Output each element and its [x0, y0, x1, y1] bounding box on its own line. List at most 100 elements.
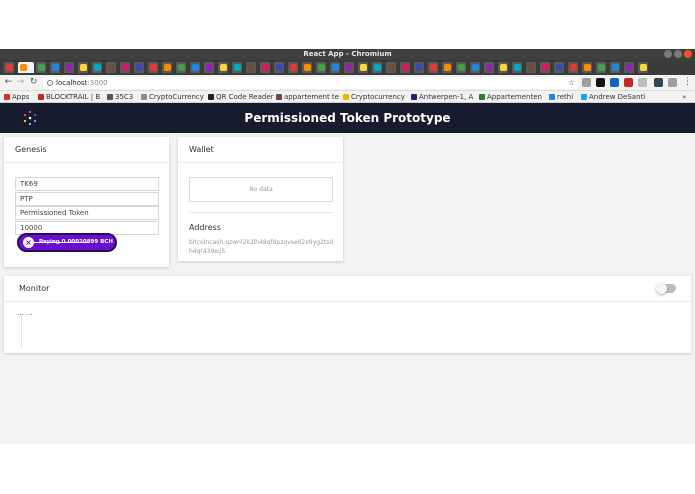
browser-tab[interactable]	[288, 62, 298, 73]
browser-tab[interactable]	[162, 62, 172, 73]
browser-tab[interactable]	[358, 62, 368, 73]
tab-favicon-icon	[444, 64, 451, 71]
browser-tab[interactable]	[540, 62, 550, 73]
browser-tab[interactable]	[78, 62, 88, 73]
token-name-field[interactable]: Permissioned Token	[15, 206, 159, 220]
browser-tab[interactable]	[330, 62, 340, 73]
reload-icon[interactable]: ↻	[28, 77, 39, 88]
browser-tab[interactable]	[120, 62, 130, 73]
browser-tab[interactable]	[134, 62, 144, 73]
browser-tab[interactable]	[428, 62, 438, 73]
browser-tab[interactable]	[442, 62, 452, 73]
browser-tab[interactable]	[92, 62, 102, 73]
browser-tab[interactable]	[36, 62, 46, 73]
bookmarks-bar: Apps BLOCKTRAIL | B 35C3 CryptoCurrency …	[0, 91, 695, 103]
browser-tab[interactable]	[274, 62, 284, 73]
tab-strip	[0, 60, 695, 75]
bookmark-apps[interactable]: Apps	[4, 92, 29, 102]
tab-favicon-icon	[458, 64, 465, 71]
browser-tab[interactable]	[4, 62, 14, 73]
back-arrow-icon[interactable]: ←	[3, 77, 14, 88]
bookmark-item[interactable]: 35C3	[107, 92, 133, 102]
bookmark-item[interactable]: QR Code Reader	[208, 92, 274, 102]
browser-tab[interactable]	[64, 62, 74, 73]
browser-tab[interactable]	[512, 62, 522, 73]
browser-tab[interactable]	[624, 62, 634, 73]
browser-tab[interactable]	[190, 62, 200, 73]
extension-icon[interactable]	[654, 78, 663, 87]
tab-favicon-icon	[374, 64, 381, 71]
bookmark-item[interactable]: Cryptocurrency	[343, 92, 405, 102]
toggle-knob	[656, 283, 667, 294]
bookmark-item[interactable]: Andrew DeSanti	[581, 92, 645, 102]
bookmark-item[interactable]: CryptoCurrency	[141, 92, 204, 102]
close-window-button[interactable]	[684, 50, 692, 58]
browser-tab[interactable]	[568, 62, 578, 73]
browser-tab[interactable]	[246, 62, 256, 73]
bookmark-item[interactable]: appartement te	[276, 92, 339, 102]
wallet-empty-state: No data	[189, 177, 333, 202]
tab-favicon-icon	[220, 64, 227, 71]
browser-tab[interactable]	[386, 62, 396, 73]
site-info-icon[interactable]	[47, 80, 53, 86]
tab-favicon-icon	[164, 64, 171, 71]
maximize-button[interactable]	[674, 50, 682, 58]
browser-menu-icon[interactable]: ⋮	[682, 77, 693, 88]
browser-tab[interactable]	[302, 62, 312, 73]
browser-tab-active[interactable]	[18, 62, 34, 73]
tab-favicon-icon	[416, 64, 423, 71]
window-title-bar: React App - Chromium	[0, 49, 695, 60]
bookmark-item[interactable]: BLOCKTRAIL | B	[38, 92, 100, 102]
browser-tab[interactable]	[554, 62, 564, 73]
tab-favicon-icon	[108, 64, 115, 71]
extension-icon[interactable]	[582, 78, 591, 87]
extension-icon[interactable]	[610, 78, 619, 87]
address-bar[interactable]: localhost:3000	[43, 77, 578, 89]
tab-favicon-icon	[66, 64, 73, 71]
browser-tab[interactable]	[470, 62, 480, 73]
wallet-card: Wallet No data Address bitcoincash:qzwnl…	[178, 137, 343, 261]
browser-tab[interactable]	[50, 62, 60, 73]
bookmark-item[interactable]: rethi	[549, 92, 573, 102]
browser-tab[interactable]	[204, 62, 214, 73]
monitor-card: Monitor ... ...	[4, 276, 691, 353]
browser-tab[interactable]	[372, 62, 382, 73]
browser-tab[interactable]	[582, 62, 592, 73]
browser-tab[interactable]	[638, 62, 648, 73]
monitor-heading: Monitor	[4, 276, 691, 302]
browser-tab[interactable]	[176, 62, 186, 73]
browser-tab[interactable]	[344, 62, 354, 73]
browser-tab[interactable]	[232, 62, 242, 73]
tab-favicon-icon	[206, 64, 213, 71]
browser-tab[interactable]	[526, 62, 536, 73]
browser-tab[interactable]	[484, 62, 494, 73]
browser-tab[interactable]	[456, 62, 466, 73]
folder-icon	[107, 94, 113, 100]
bookmark-item[interactable]: Appartementen	[479, 92, 542, 102]
browser-tab[interactable]	[400, 62, 410, 73]
token-ticker-field[interactable]: TK69	[15, 177, 159, 191]
more-bookmarks-icon[interactable]: »	[682, 92, 686, 102]
extension-icon[interactable]	[596, 78, 605, 87]
browser-tab[interactable]	[316, 62, 326, 73]
extension-icon[interactable]	[668, 78, 677, 87]
browser-tab[interactable]	[596, 62, 606, 73]
browser-tab[interactable]	[498, 62, 508, 73]
browser-tab[interactable]	[106, 62, 116, 73]
monitor-toggle[interactable]	[656, 283, 676, 294]
site-icon	[343, 94, 349, 100]
extension-icon[interactable]	[638, 78, 647, 87]
browser-tab[interactable]	[218, 62, 228, 73]
twitter-icon	[581, 94, 587, 100]
forward-arrow-icon[interactable]: →	[15, 77, 26, 88]
bookmark-item[interactable]: Antwerpen-1, A	[411, 92, 473, 102]
site-icon	[549, 94, 555, 100]
browser-tab[interactable]	[260, 62, 270, 73]
browser-tab[interactable]	[148, 62, 158, 73]
token-symbol-field[interactable]: PTP	[15, 192, 159, 206]
browser-tab[interactable]	[414, 62, 424, 73]
browser-tab[interactable]	[610, 62, 620, 73]
extension-icon[interactable]	[624, 78, 633, 87]
minimize-button[interactable]	[664, 50, 672, 58]
bookmark-star-icon[interactable]: ☆	[566, 77, 577, 88]
